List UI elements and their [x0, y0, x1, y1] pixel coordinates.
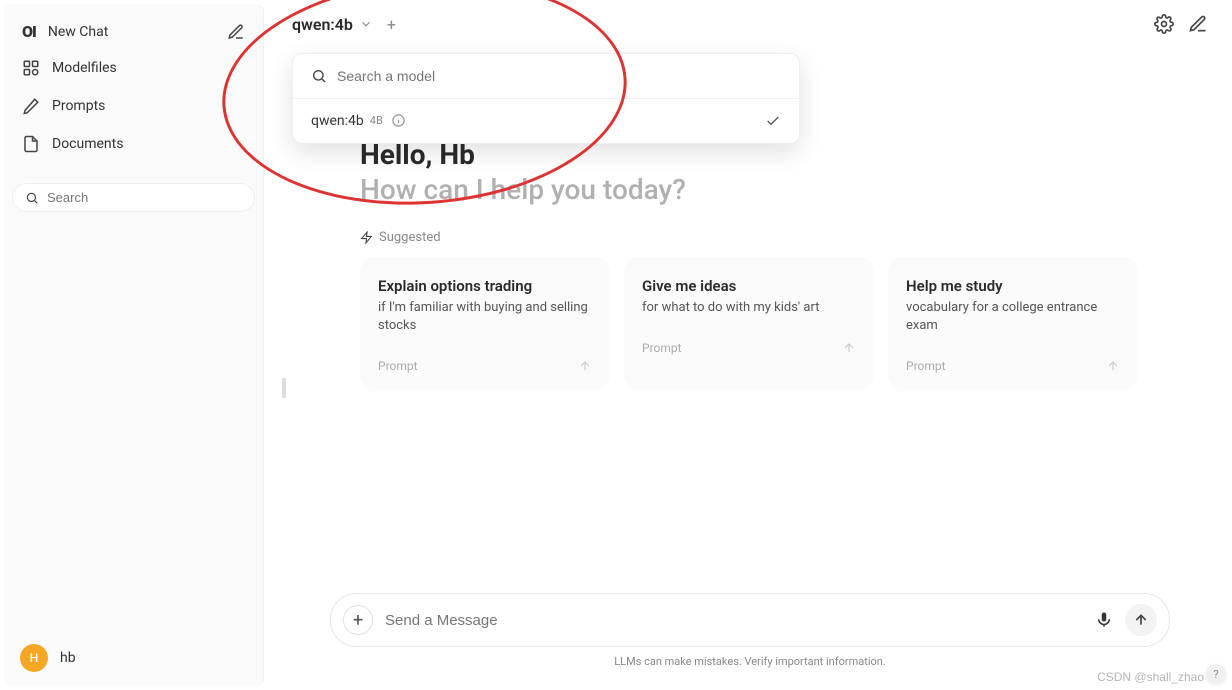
- model-selector[interactable]: qwen:4b: [292, 15, 373, 34]
- suggested-header: Suggested: [360, 230, 1140, 245]
- mic-icon[interactable]: [1095, 611, 1113, 629]
- suggested-label: Suggested: [379, 230, 441, 245]
- sidebar-item-label: Prompts: [52, 98, 105, 114]
- sidebar-item-documents[interactable]: Documents: [16, 125, 251, 163]
- sidebar-search-input[interactable]: [47, 190, 242, 205]
- modelfiles-icon: [22, 59, 40, 77]
- sidebar-item-label: Modelfiles: [52, 60, 117, 76]
- add-model-button[interactable]: +: [383, 15, 400, 34]
- suggestion-card[interactable]: Explain options trading if I'm familiar …: [360, 257, 610, 389]
- model-option-size: 4B: [370, 114, 383, 127]
- model-dropdown: qwen:4b 4B: [292, 53, 800, 144]
- chevron-down-icon: [359, 17, 373, 31]
- lightning-icon: [360, 231, 373, 244]
- new-chat-button[interactable]: OI New Chat: [22, 22, 108, 41]
- card-desc: vocabulary for a college entrance exam: [906, 299, 1120, 335]
- search-icon: [311, 68, 327, 84]
- model-option-qwen4b[interactable]: qwen:4b 4B: [293, 99, 799, 143]
- attach-button[interactable]: +: [343, 605, 373, 635]
- model-name-label: qwen:4b: [292, 15, 353, 34]
- resize-handle[interactable]: [282, 378, 286, 398]
- sidebar-item-label: Documents: [52, 136, 123, 152]
- username: hb: [60, 650, 76, 666]
- edit-icon[interactable]: [227, 23, 245, 41]
- greeting-subtitle: How can I help you today?: [360, 173, 1140, 206]
- arrow-up-icon: [578, 359, 592, 373]
- documents-icon: [22, 135, 40, 153]
- arrow-up-icon: [1133, 612, 1149, 628]
- arrow-up-icon: [842, 341, 856, 355]
- check-icon: [765, 113, 781, 129]
- logo-oi: OI: [22, 22, 36, 41]
- suggestion-card[interactable]: Give me ideas for what to do with my kid…: [624, 257, 874, 389]
- message-composer: +: [330, 593, 1170, 647]
- message-input[interactable]: [385, 612, 1083, 629]
- model-search-input[interactable]: [337, 68, 781, 84]
- settings-icon[interactable]: [1154, 14, 1174, 34]
- card-tag: Prompt: [642, 341, 682, 355]
- watermark: CSDN @shall_zhao: [1097, 670, 1204, 684]
- help-button[interactable]: ?: [1206, 664, 1226, 684]
- sidebar-search[interactable]: [12, 183, 255, 212]
- info-icon[interactable]: [391, 113, 406, 128]
- card-title: Explain options trading: [378, 277, 592, 295]
- card-tag: Prompt: [378, 359, 418, 373]
- card-desc: if I'm familiar with buying and selling …: [378, 299, 592, 335]
- disclaimer-text: LLMs can make mistakes. Verify important…: [330, 655, 1170, 668]
- card-tag: Prompt: [906, 359, 946, 373]
- suggestion-card[interactable]: Help me study vocabulary for a college e…: [888, 257, 1138, 389]
- sidebar-item-modelfiles[interactable]: Modelfiles: [16, 49, 251, 87]
- compose-icon[interactable]: [1188, 14, 1208, 34]
- new-chat-label: New Chat: [48, 24, 108, 40]
- arrow-up-icon: [1106, 359, 1120, 373]
- card-title: Give me ideas: [642, 277, 856, 295]
- prompts-icon: [22, 97, 40, 115]
- search-icon: [25, 191, 39, 205]
- sidebar-item-prompts[interactable]: Prompts: [16, 87, 251, 125]
- card-desc: for what to do with my kids' art: [642, 299, 856, 317]
- user-menu[interactable]: H hb: [4, 630, 263, 686]
- model-option-name: qwen:4b: [311, 113, 364, 129]
- card-title: Help me study: [906, 277, 1120, 295]
- avatar: H: [20, 644, 48, 672]
- send-button[interactable]: [1125, 604, 1157, 636]
